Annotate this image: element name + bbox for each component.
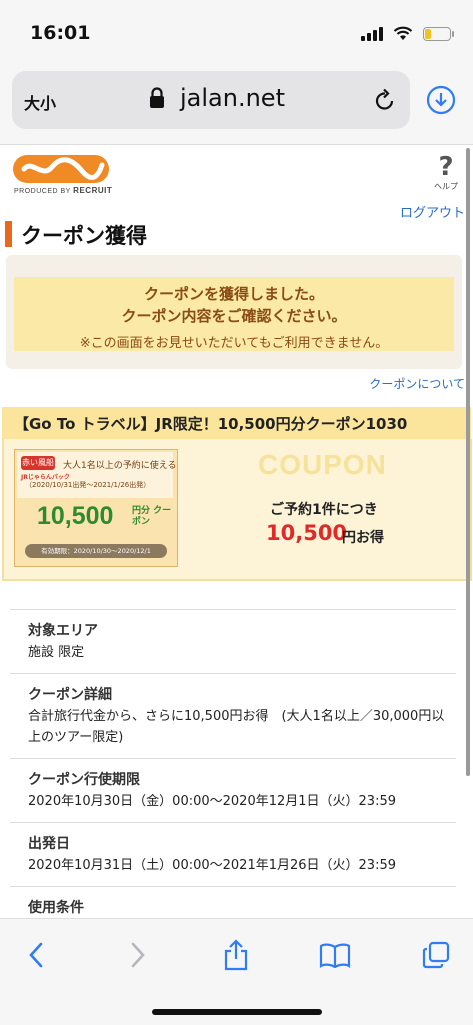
help-label: ヘルプ [434,182,458,191]
lock-icon [150,87,164,108]
detail-label: 使用条件 [28,900,84,916]
chevron-right-icon [131,942,145,968]
detail-row-conditions: 使用条件 [10,886,456,918]
browser-toolbar [0,918,473,1025]
detail-value: 2020年10月30日（金）00:00〜2020年12月1日（火）23:59 [28,794,396,809]
detail-row-coupon-detail: クーポン詳細 合計旅行代金から、さらに10,500円お得 (大人1名以上／30,… [10,673,456,758]
download-icon[interactable] [426,85,456,115]
chevron-left-icon [29,942,43,968]
help-button[interactable]: ? ヘルプ [434,153,458,192]
detail-label: 対象エリア [28,623,98,639]
address-bar[interactable]: 大小 jalan.net [12,71,410,129]
coupon-about-link[interactable]: クーポンについて [369,375,465,392]
coupon-card: 赤い風船 JRじゃらんパック 大人1名以上の予約に使える （2020/10/31… [2,439,472,581]
cellular-signal-icon [361,26,383,41]
coupon-headline: 【Go To トラベル】JR限定！10,500円分クーポン1030 [14,415,408,433]
message-box: クーポンを獲得しました。 クーポン内容をご確認ください。 ※この画面をお見せいた… [14,277,454,351]
ticket-badge: 赤い風船 [21,456,55,470]
battery-icon [423,26,454,41]
scroll-indicator[interactable] [466,148,470,776]
jalan-logo[interactable] [12,153,110,185]
message-line-1: クーポンを獲得しました。 [143,285,324,303]
per-booking-label: ご予約1件につき [270,502,378,518]
detail-row-departure: 出発日 2020年10月31日（土）00:00〜2021年1月26日（火）23:… [10,822,456,886]
detail-label: クーポン行使期限 [28,772,140,788]
back-button[interactable] [14,937,58,973]
status-icons [361,26,454,41]
ticket-validity: 有効期限：2020/10/30〜2020/12/1 [25,544,167,558]
status-time: 16:01 [30,22,91,44]
coupon-headline-bar: 【Go To トラベル】JR限定！10,500円分クーポン1030 [2,407,471,439]
ticket-condition: 大人1名以上の予約に使える [63,461,177,471]
ticket-amount: 10,500 [37,502,114,530]
title-accent-bar [5,221,12,247]
text-size-button[interactable]: 大小 [24,90,56,114]
logout-link[interactable]: ログアウト [400,202,465,221]
ticket-dates: （2020/10/31出発〜2021/1/26出発） [25,481,151,489]
reload-icon[interactable] [374,88,396,112]
benefit-unit: 円お得 [342,530,384,546]
help-icon: ? [438,152,454,182]
message-note: ※この画面をお見せいただいてもご利用できません。 [79,336,389,351]
detail-value: 2020年10月31日（土）00:00〜2021年1月26日（火）23:59 [28,858,396,873]
coupon-details: 対象エリア 施設 限定 クーポン詳細 合計旅行代金から、さらに10,500円お得… [10,609,456,918]
detail-value: 合計旅行代金から、さらに10,500円お得 (大人1名以上／30,000円以上の… [28,709,445,745]
book-icon [319,943,351,968]
detail-row-area: 対象エリア 施設 限定 [10,609,456,673]
detail-value: 施設 限定 [28,645,85,660]
page-title: クーポン獲得 [21,224,147,248]
detail-row-expiry: クーポン行使期限 2020年10月30日（金）00:00〜2020年12月1日（… [10,758,456,822]
message-panel: クーポンを獲得しました。 クーポン内容をご確認ください。 ※この画面をお見せいた… [6,255,462,369]
page-content: PRODUCED BY RECRUIT ? ヘルプ ログアウト クーポン獲得 ク… [0,145,473,918]
wifi-icon [393,26,413,40]
recruit-logo: RECRUIT [73,186,113,195]
coupon-watermark: COUPON [258,449,387,480]
message-line-2: クーポン内容をご確認ください。 [121,307,347,325]
bookmarks-button[interactable] [313,937,357,973]
share-icon [224,939,248,971]
tabs-button[interactable] [414,937,458,973]
share-button[interactable] [214,937,258,973]
benefit-amount: 10,500 [266,521,348,545]
browser-bar: 大小 jalan.net [0,62,473,145]
coupon-ticket-image: 赤い風船 JRじゃらんパック 大人1名以上の予約に使える （2020/10/31… [14,449,178,567]
produced-by: PRODUCED BY RECRUIT [14,186,113,195]
home-indicator[interactable] [152,1009,322,1015]
status-bar: 16:01 [0,0,473,62]
ticket-unit: 円分 クーポン [132,506,172,527]
url-text[interactable]: jalan.net [180,84,285,112]
tabs-icon [422,941,450,969]
detail-label: クーポン詳細 [28,687,112,703]
detail-label: 出発日 [28,836,70,852]
forward-button[interactable] [116,937,160,973]
